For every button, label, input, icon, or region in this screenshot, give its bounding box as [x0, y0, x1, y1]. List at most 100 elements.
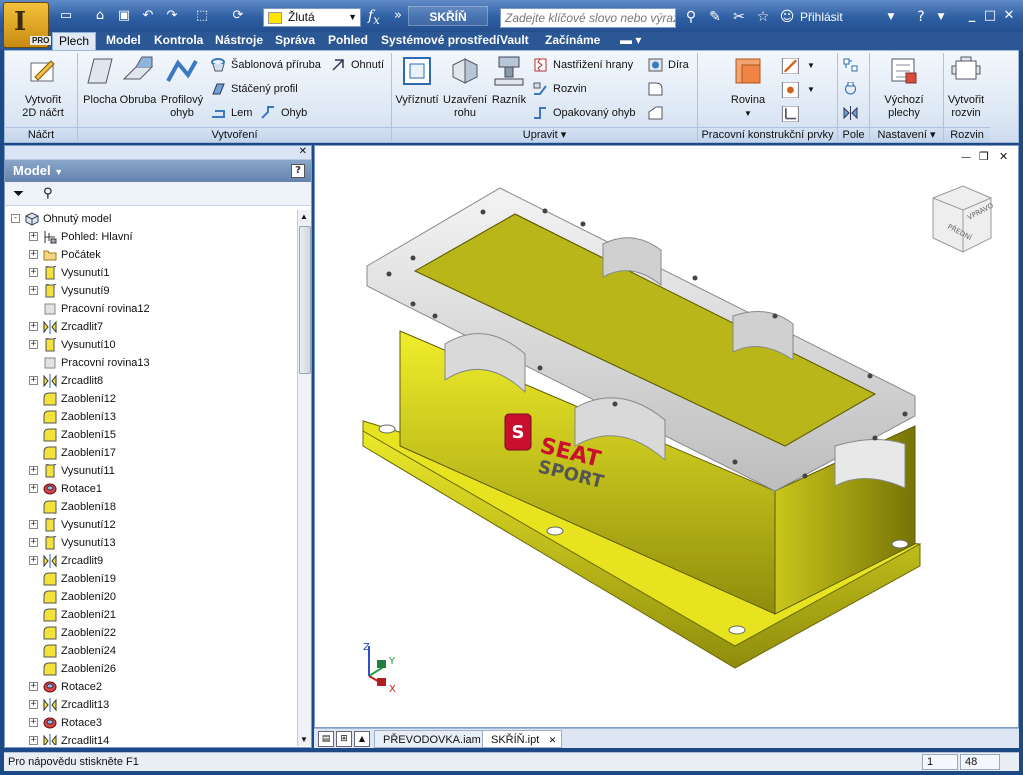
help-dropdown-icon[interactable]: ▼ — [932, 8, 950, 26]
browser-toolbar: ⏷ ⚲ — [5, 182, 311, 206]
tab-model[interactable]: Model — [106, 32, 141, 50]
tab-kontrola[interactable]: Kontrola — [154, 32, 203, 50]
profilovy-ohyb-button[interactable]: Profilový ohyb — [159, 55, 205, 120]
scroll-up-icon[interactable]: ▲ — [300, 212, 308, 221]
work-point-button[interactable]: ▼ — [781, 81, 815, 98]
dira-button[interactable]: Díra — [648, 57, 689, 73]
uzavreni-rohu-button[interactable]: Uzavření rohu — [443, 55, 487, 120]
extrude-icon — [43, 283, 57, 298]
select-icon[interactable]: ⬚ — [194, 9, 210, 23]
close-browser-icon[interactable]: ✕ — [299, 146, 307, 157]
expand-icon[interactable]: + — [29, 682, 38, 691]
tab-nastroje[interactable]: Nástroje — [215, 32, 263, 50]
raznik-button[interactable]: Razník — [489, 55, 529, 107]
tree-item-label: Zaoblení19 — [61, 573, 117, 585]
expand-icon[interactable]: + — [29, 376, 38, 385]
save-icon[interactable]: ▣ — [116, 9, 132, 23]
scroll-down-icon[interactable]: ▼ — [300, 735, 308, 744]
sablonova-priruba-button[interactable]: Šablonová příruba — [211, 57, 321, 73]
tile-windows-icon[interactable]: ▤ — [318, 731, 334, 747]
expand-icon[interactable]: + — [29, 250, 38, 259]
expand-icon[interactable]: + — [29, 268, 38, 277]
vychozi-plechy-button[interactable]: Výchozí plechy — [877, 55, 931, 120]
tree-item-label: Zaoblení21 — [61, 609, 117, 621]
panel-label-nastaveni[interactable]: Nastavení ▾ — [870, 127, 943, 142]
user-icon[interactable]: ☺ — [778, 8, 796, 26]
minimize-button[interactable]: _ — [964, 8, 980, 24]
close-tab-icon[interactable]: ✕ — [549, 731, 557, 749]
tab-vault[interactable]: Vault — [500, 32, 529, 50]
expand-icon[interactable]: + — [29, 718, 38, 727]
plocha-button[interactable]: Plocha — [81, 55, 119, 107]
tab-zaciname[interactable]: Začínáme — [545, 32, 600, 50]
doc-tab-skrin[interactable]: SKŘÍŇ.ipt ✕ — [482, 730, 563, 749]
redo-icon[interactable]: ↷ — [164, 9, 180, 23]
signin-link[interactable]: Přihlásit — [800, 10, 843, 24]
binoculars-icon[interactable]: ⚲ — [682, 8, 700, 26]
panel-label-nacrt[interactable]: Náčrt — [5, 127, 77, 142]
expand-icon[interactable]: + — [29, 538, 38, 547]
subscription-icon[interactable]: ✂ — [730, 8, 748, 26]
lofted-flange-icon — [211, 58, 225, 72]
create-2d-sketch-button[interactable]: Vytvořit 2D náčrt — [15, 55, 71, 120]
filter-icon[interactable]: ⏷ — [13, 186, 24, 202]
rovina-button[interactable]: Rovina ▼ — [721, 55, 775, 120]
update-icon[interactable]: ⟳ — [230, 9, 246, 23]
profilovy-label-2: ohyb — [170, 107, 194, 119]
unfold-icon — [533, 82, 547, 95]
expand-icon[interactable]: + — [29, 322, 38, 331]
obruba-button[interactable]: Obruba — [119, 55, 157, 107]
tab-sprava[interactable]: Správa — [275, 32, 315, 50]
favorites-icon[interactable]: ☆ — [754, 8, 772, 26]
work-axis-button[interactable]: ▼ — [781, 57, 815, 74]
tab-pohled[interactable]: Pohled — [328, 32, 368, 50]
application-menu-button[interactable]: I PRO — [3, 2, 52, 48]
scrollbar-thumb[interactable] — [299, 226, 311, 374]
rozvin-button[interactable]: Rozvin — [533, 81, 587, 97]
tab-systemove-prostredi[interactable]: Systémové prostředí — [381, 32, 500, 50]
open-icon[interactable]: ⌂ — [92, 9, 108, 23]
undo-icon[interactable]: ↶ — [140, 9, 156, 23]
lem-button[interactable]: Lem — [211, 105, 252, 121]
tools-icon[interactable]: ✎ — [706, 8, 724, 26]
signin-dropdown-icon[interactable]: ▼ — [882, 8, 900, 26]
cascade-windows-icon[interactable]: ⊞ — [336, 731, 352, 747]
help-icon[interactable]: ? — [291, 164, 305, 178]
tab-plech[interactable]: Plech — [52, 32, 97, 50]
close-button[interactable]: ✕ — [1001, 8, 1017, 24]
expand-icon[interactable]: + — [29, 556, 38, 565]
fx-icon[interactable]: fx — [368, 8, 380, 27]
staceny-profil-button[interactable]: Stáčený profil — [211, 81, 298, 97]
panel-label-upravit[interactable]: Upravit ▾ — [392, 127, 697, 142]
expand-icon[interactable]: + — [29, 286, 38, 295]
viewcube[interactable]: PŘEDNÍ VPRAVO — [932, 185, 995, 253]
ohnuti-button[interactable]: Ohnutí — [331, 57, 384, 73]
expand-icon[interactable]: + — [29, 232, 38, 241]
expand-icon[interactable]: + — [29, 466, 38, 475]
expand-icon[interactable]: + — [29, 700, 38, 709]
browser-title-dropdown[interactable]: Model ▼ ? — [5, 160, 311, 182]
expand-icon[interactable]: + — [29, 340, 38, 349]
find-icon[interactable]: ⚲ — [43, 186, 53, 201]
expand-icon[interactable]: + — [29, 520, 38, 529]
browser-scrollbar[interactable]: ▲ ▼ — [297, 210, 311, 746]
color-override-dropdown[interactable]: Žlutá ▼ — [263, 8, 361, 27]
help-icon[interactable]: ? — [912, 8, 930, 26]
tabs-menu-icon[interactable]: ▲ — [354, 731, 370, 747]
new-icon[interactable]: ▭ — [58, 9, 74, 23]
expand-icon[interactable]: + — [29, 736, 38, 745]
expand-icon[interactable]: + — [29, 484, 38, 493]
vyriznuti-button[interactable]: Vyříznutí — [395, 55, 439, 107]
vytvorit-rozvin-button[interactable]: Vytvořit rozvin — [945, 55, 987, 120]
maximize-button[interactable]: □ — [982, 8, 998, 24]
graphics-window[interactable]: — ❐ ✕ S SEAT SPORT PŘEDNÍ VPRAVO Z Y X — [314, 145, 1019, 728]
doc-tab-prevodovka[interactable]: PŘEVODOVKA.iam — [374, 730, 490, 748]
ohyb-button[interactable]: Ohyb — [261, 105, 307, 121]
search-input[interactable]: Zadejte klíčové slovo nebo výraz. — [500, 8, 676, 28]
collapse-icon[interactable]: - — [11, 214, 20, 223]
opakovany-ohyb-button[interactable]: Opakovaný ohyb — [533, 105, 636, 121]
nastrizeni-hrany-button[interactable]: Nastřižení hrany — [533, 57, 633, 73]
expand-qat-icon[interactable]: » — [390, 9, 406, 23]
hole-icon — [648, 58, 663, 72]
panel-visibility-icon[interactable]: ▬ ▾ — [620, 32, 641, 50]
